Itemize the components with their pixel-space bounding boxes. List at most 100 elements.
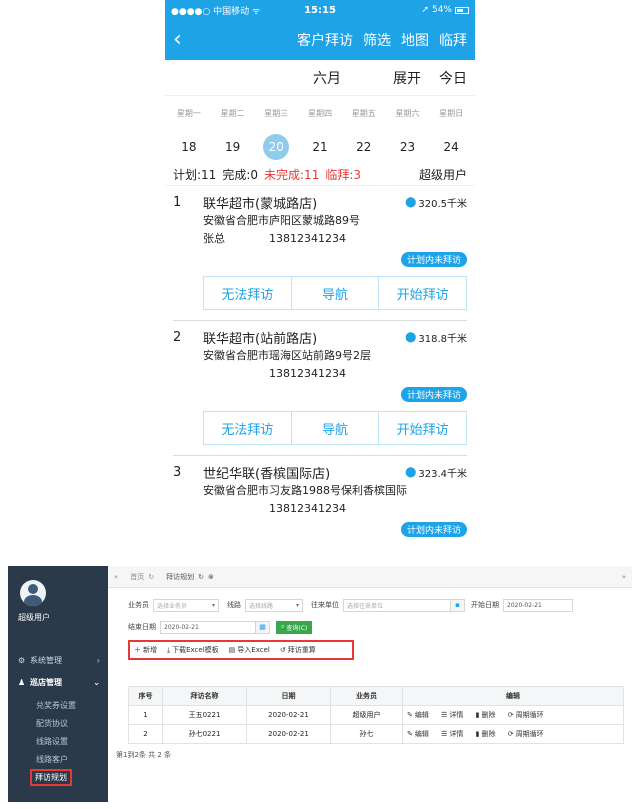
query-button[interactable]: ⌕ 查询(C)	[276, 620, 313, 634]
end-date-input[interactable]: 2020-02-21	[160, 620, 256, 634]
start-date-input[interactable]: 2020-02-21	[503, 598, 573, 612]
nav-map[interactable]: 地图	[401, 30, 429, 50]
temp-visit-count: 临拜:3	[325, 168, 362, 182]
col-salesman[interactable]: 业务员	[330, 686, 403, 706]
start-visit-button[interactable]: 开始拜访	[379, 412, 466, 444]
cycle-button[interactable]: ⟳ 周期循环	[508, 729, 544, 739]
navigate-button[interactable]: 导航	[292, 277, 380, 309]
visit-number: 2	[173, 329, 182, 345]
route-select[interactable]: 选择线路 ▾	[245, 598, 303, 612]
date-cell[interactable]: 22	[342, 134, 386, 160]
contact-phone: 13812341234	[269, 367, 346, 380]
edit-icon: ✎	[407, 711, 413, 719]
table-row[interactable]: 1 王五0221 2020-02-21 超级用户 ✎ 编辑 ☰ 详情 ▮ 删除 ⟳ 周期…	[128, 705, 624, 725]
visit-item[interactable]: 1 联华超市(蒙城路店) ⬤ 320.5千米 安徽省合肥市庐阳区蒙城路89号 张总…	[165, 186, 475, 321]
sidebar-sub-route-customer[interactable]: 线路客户	[8, 750, 108, 768]
weekday-label: 星期六	[395, 108, 420, 118]
refresh-icon[interactable]: ↻	[148, 573, 154, 581]
expand-button[interactable]: 展开	[393, 68, 421, 88]
nav-customer-visit[interactable]: 客户拜访	[297, 30, 353, 50]
calendar-icon[interactable]: ▦	[256, 620, 270, 634]
cannot-visit-button[interactable]: 无法拜访	[204, 277, 292, 309]
unit-label: 往来单位	[311, 601, 339, 609]
edit-button[interactable]: ✎ 编辑	[407, 710, 429, 720]
cell-salesman: 孙七	[330, 724, 403, 744]
end-date-label: 结束日期	[128, 623, 156, 631]
import-excel-button[interactable]: ▤ 导入Excel	[229, 645, 270, 655]
nav-filter[interactable]: 筛选	[363, 30, 391, 50]
date-cell[interactable]: 24	[429, 134, 473, 160]
plan-count: 计划:11	[173, 168, 217, 182]
col-date[interactable]: 日期	[246, 686, 331, 706]
avatar[interactable]	[20, 580, 46, 606]
tab-scroll-left-icon[interactable]: «	[114, 573, 118, 581]
refresh-icon: ⟳	[507, 711, 514, 719]
sidebar: 超级用户 ⚙ 系统管理 › ♟ 巡店管理 ⌄ 兑奖券设置 配货协议 线路设置 线…	[8, 566, 108, 802]
unit-input[interactable]: 选择往来单位	[343, 598, 451, 612]
close-icon[interactable]: ⊗	[208, 573, 214, 581]
sidebar-item-system[interactable]: ⚙ 系统管理 ›	[8, 650, 108, 670]
navigate-button[interactable]: 导航	[292, 412, 380, 444]
salesman-label: 业务员	[128, 601, 149, 609]
detail-button[interactable]: ☰ 详情	[441, 710, 463, 720]
main-panel: « 首页 ↻ 拜访规划 ↻ ⊗ » 业务员 选择业务员 ▾ 线路 选择线路 ▾ 往来单位 …	[108, 566, 632, 802]
table-row[interactable]: 2 孙七0221 2020-02-21 孙七 ✎ 编辑 ☰ 详情 ▮ 删除 ⟳ 周期循环	[128, 724, 624, 744]
sidebar-username: 超级用户	[18, 613, 50, 622]
sidebar-sub-delivery[interactable]: 配货协议	[8, 714, 108, 732]
users-icon: ♟	[18, 677, 26, 687]
visit-item[interactable]: 2 联华超市(站前路店) ⬤ 318.8千米 安徽省合肥市瑶海区站前路9号2层 1…	[165, 321, 475, 456]
sidebar-sub-coupon[interactable]: 兑奖券设置	[8, 696, 108, 714]
col-name[interactable]: 拜访名称	[162, 686, 247, 706]
nav-temp-visit[interactable]: 临拜	[439, 30, 467, 50]
start-visit-button[interactable]: 开始拜访	[379, 277, 466, 309]
file-icon: ▤	[228, 646, 236, 654]
date-cell[interactable]: 18	[167, 134, 211, 160]
tab-home[interactable]: 首页 ↻	[130, 572, 154, 582]
sidebar-sub-visit-plan[interactable]: 拜访规划	[8, 768, 108, 786]
visit-item[interactable]: 3 世纪华联(香槟国际店) ⬤ 323.4千米 安徽省合肥市习友路1988号保利香…	[165, 456, 475, 540]
tab-bar: « 首页 ↻ 拜访规划 ↻ ⊗ »	[108, 566, 632, 588]
cannot-visit-button[interactable]: 无法拜访	[204, 412, 292, 444]
download-template-button[interactable]: ⤓ 下载Excel模板	[167, 645, 219, 655]
undone-count: 未完成:11	[264, 168, 320, 182]
refresh-icon[interactable]: ↻	[198, 573, 204, 581]
tab-visit-plan[interactable]: 拜访规划 ↻ ⊗	[166, 572, 214, 582]
cell-salesman: 超级用户	[330, 705, 403, 725]
trash-icon[interactable]: ▪	[451, 598, 465, 612]
add-button[interactable]: ＋新增	[134, 645, 157, 655]
salesman-select[interactable]: 选择业务员 ▾	[153, 598, 219, 612]
admin-screen: 超级用户 ⚙ 系统管理 › ♟ 巡店管理 ⌄ 兑奖券设置 配货协议 线路设置 线…	[8, 566, 632, 802]
location-pin-icon: ⬤	[405, 331, 417, 343]
back-arrow-icon[interactable]: ‹	[173, 29, 197, 51]
status-bar: ●●●●○ 中国移动 ᯤ 15:15 ➚ 54%	[165, 0, 475, 20]
weekday-label: 星期二	[220, 108, 245, 118]
date-cell[interactable]: 23	[386, 134, 430, 160]
edit-button[interactable]: ✎ 编辑	[407, 729, 429, 739]
mobile-screen: ●●●●○ 中国移动 ᯤ 15:15 ➚ 54% ‹ 客户拜访 筛选 地图 临拜…	[165, 0, 475, 556]
sidebar-sub-route[interactable]: 线路设置	[8, 732, 108, 750]
start-date-label: 开始日期	[471, 601, 499, 609]
today-button[interactable]: 今日	[439, 68, 467, 88]
location-pin-icon: ⬤	[405, 466, 417, 478]
download-icon: ⤓	[167, 645, 171, 654]
delete-button[interactable]: ▮ 删除	[476, 710, 496, 720]
date-cell[interactable]: 19	[211, 134, 255, 160]
sidebar-item-store[interactable]: ♟ 巡店管理 ⌄	[8, 672, 108, 692]
chevron-down-icon: ⌄	[93, 677, 100, 687]
refresh-icon: ⟳	[507, 730, 514, 738]
date-cell[interactable]: 21	[298, 134, 342, 160]
detail-button[interactable]: ☰ 详情	[441, 729, 463, 739]
tab-scroll-right-icon[interactable]: »	[622, 573, 626, 581]
cycle-button[interactable]: ⟳ 周期循环	[508, 710, 544, 720]
delete-button[interactable]: ▮ 删除	[476, 729, 496, 739]
col-index[interactable]: 序号	[128, 686, 163, 706]
date-cell-selected[interactable]: 20	[254, 134, 298, 160]
contact-name: 张总	[203, 232, 225, 245]
month-label: 六月	[313, 70, 341, 87]
contact-phone: 13812341234	[269, 232, 346, 245]
clock: 15:15	[304, 4, 336, 16]
visit-actions: 无法拜访 导航 开始拜访	[203, 276, 467, 310]
store-name: 世纪华联(香槟国际店)	[203, 466, 331, 482]
filter-bar: 业务员 选择业务员 ▾ 线路 选择线路 ▾ 往来单位 选择往来单位 ▪ 开始日期 2…	[108, 588, 632, 636]
recalculate-button[interactable]: ↺ 拜访重算	[280, 645, 316, 655]
